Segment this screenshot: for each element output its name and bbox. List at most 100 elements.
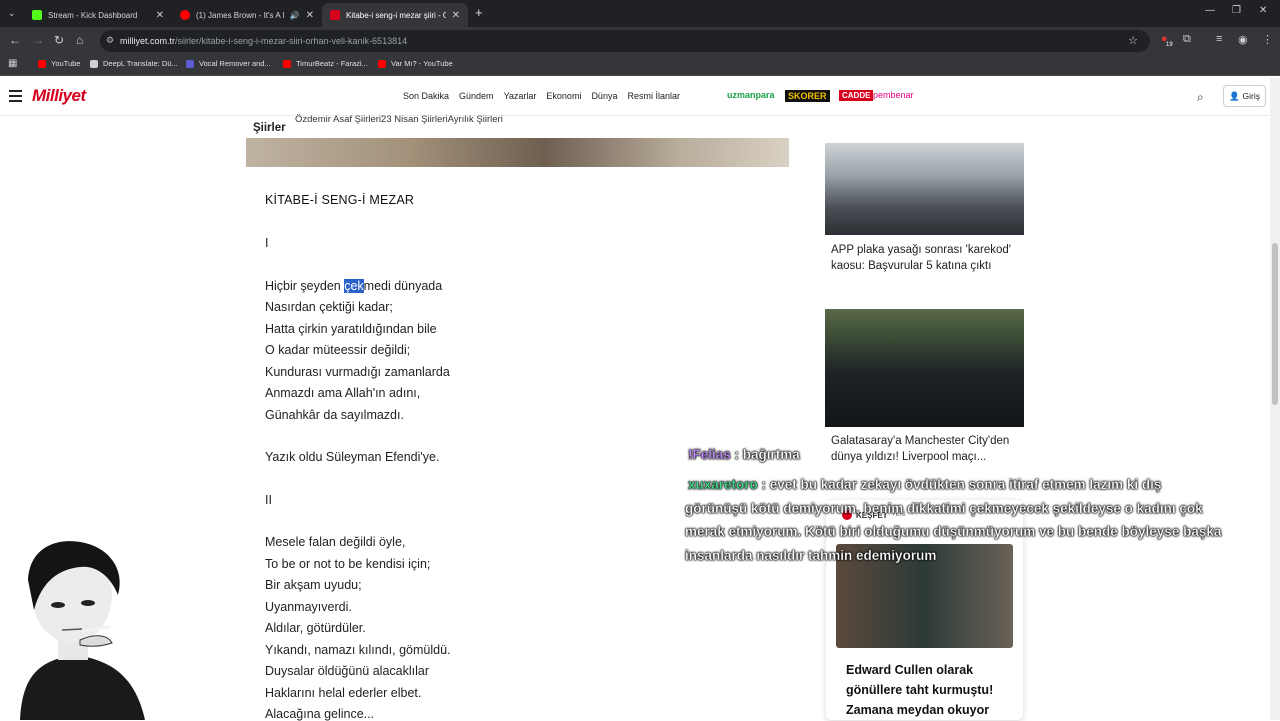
bookmark-timurbeatz[interactable]: TimurBeatz - Farazi...	[283, 59, 368, 68]
close-window-icon[interactable]: ✕	[1259, 5, 1267, 16]
new-tab-icon[interactable]: +	[475, 5, 483, 20]
news-image-galatasaray[interactable]	[825, 309, 1024, 427]
poem-line: Alacağına gelince...	[265, 707, 375, 721]
subnav-title[interactable]: Şiirler	[253, 122, 286, 134]
home-icon[interactable]: ⌂	[76, 33, 83, 47]
tab-title: Kitabe-i seng-i mezar şiiri - Orh	[346, 10, 446, 20]
news-title-galatasaray[interactable]: Galatasaray'a Manchester City'den dünya …	[831, 433, 1021, 465]
poem-part-numeral: II	[265, 493, 272, 507]
login-label: Giriş	[1242, 91, 1261, 101]
subnav-links[interactable]: Özdemir Asaf Şiirleri23 Nisan ŞiirleriAy…	[295, 114, 503, 125]
bookmark-deepl[interactable]: DeepL Translate: Dü...	[90, 59, 178, 68]
poem-line: Bir akşam uyudu;	[265, 578, 362, 592]
chat-text-line: insanlarda nasıldır tahmin edemiyorum	[685, 548, 937, 563]
nav-resmi-ilanlar[interactable]: Resmi İlanlar	[627, 91, 680, 101]
bookmark-label: Var Mı? - YouTube	[391, 59, 453, 68]
speaker-icon[interactable]: 🔊	[290, 11, 300, 20]
nav-ekonomi[interactable]: Ekonomi	[546, 91, 581, 101]
hamburger-menu-icon[interactable]	[9, 90, 22, 105]
news-image-karekod[interactable]	[825, 143, 1024, 235]
page-scrollbar[interactable]	[1270, 78, 1280, 720]
nav-gundem[interactable]: Gündem	[459, 91, 494, 101]
back-icon[interactable]: ←	[9, 33, 21, 47]
milliyet-icon	[330, 10, 340, 20]
bookmark-youtube[interactable]: YouTube	[38, 59, 80, 68]
close-tab-icon[interactable]: ✕	[156, 10, 164, 21]
brand-skorer[interactable]: SKORER	[785, 90, 830, 102]
extensions-puzzle-icon[interactable]: ⧉	[1183, 33, 1191, 46]
url-path: /siirler/kitabe-i-seng-i-mezar-siiri-orh…	[175, 36, 408, 46]
scrollbar-thumb[interactable]	[1272, 243, 1278, 405]
poem-line: O kadar müteessir değildi;	[265, 343, 411, 357]
brand-pembenar[interactable]: pembenar	[873, 90, 914, 100]
nav-son-dakika[interactable]: Son Dakika	[403, 91, 449, 101]
milliyet-logo[interactable]: Milliyet	[32, 86, 86, 106]
chat-text-line: merak etmiyorum. Kötü biri olduğumu düşü…	[685, 524, 1222, 539]
reload-icon[interactable]: ↻	[54, 33, 64, 47]
tab-title: Stream - Kick Dashboard	[48, 10, 138, 20]
user-icon: 👤	[1228, 90, 1240, 101]
extension-badge: 19	[1166, 42, 1173, 48]
poem-line: Hiçbir şeyden çekmedi dünyada	[265, 279, 442, 293]
bookmark-label: Vocal Remover and...	[199, 59, 271, 68]
chat-message: !Felias : bağırtma	[688, 447, 800, 462]
poem-line: Yıkandı, namazı kılındı, gömüldü.	[265, 643, 451, 657]
tab-youtube-james-brown[interactable]: (1) James Brown - It's A Ma 🔊 ✕	[172, 3, 322, 27]
chat-message: xuxaretoro : evet bu kadar zekayı övdükt…	[688, 477, 1162, 492]
poem-line: Aldılar, götürdüler.	[265, 621, 366, 635]
vocal-remover-icon	[186, 59, 194, 68]
youtube-icon	[283, 59, 291, 68]
youtube-icon	[180, 10, 190, 20]
close-tab-icon[interactable]: ✕	[452, 10, 460, 21]
chat-text-line: görünüşü kötü demiyorum, benim dikkatimi…	[685, 501, 1203, 516]
poem-line-text: medi dünyada	[363, 279, 443, 293]
apps-grid-icon[interactable]: ▦	[8, 58, 17, 69]
restore-icon[interactable]: ❐	[1232, 5, 1241, 16]
bookmark-vocal-remover[interactable]: Vocal Remover and...	[186, 59, 271, 68]
poem-line: Günahkâr da sayılmazdı.	[265, 408, 404, 422]
profile-icon[interactable]: ◉	[1238, 33, 1248, 46]
poem-line: Nasırdan çektiği kadar;	[265, 300, 393, 314]
site-header: Milliyet Son Dakika Gündem Yazarlar Ekon…	[0, 78, 1270, 116]
poem-line: To be or not to be kendisi için;	[265, 557, 431, 571]
site-info-icon[interactable]: ⚙	[106, 35, 114, 46]
bookmark-var-mi[interactable]: Var Mı? - YouTube	[378, 59, 453, 68]
menu-icon[interactable]: ⋮	[1262, 33, 1273, 46]
bookmark-label: YouTube	[51, 59, 81, 68]
poem-line: Anmazdı ama Allah'ın adını,	[265, 386, 421, 400]
card-title: Edward Cullen olarak gönüllere taht kurm…	[846, 663, 994, 717]
brand-cadde[interactable]: CADDE	[839, 90, 874, 101]
bookmark-label: TimurBeatz - Farazi...	[296, 59, 368, 68]
poem-title: KİTABE-İ SENG-İ MEZAR	[265, 193, 415, 207]
browser-tab-strip: ⌄ Stream - Kick Dashboard ✕ (1) James Br…	[0, 0, 1280, 27]
poem-line: Mesele falan değildi öyle,	[265, 535, 406, 549]
youtube-icon	[378, 59, 386, 68]
kick-icon	[32, 10, 42, 20]
poem-line: Uyanmayıverdi.	[265, 600, 352, 614]
login-button[interactable]: 👤 Giriş	[1223, 85, 1266, 107]
chat-text: : evet bu kadar zekayı övdükten sonra it…	[757, 477, 1162, 492]
close-tab-icon[interactable]: ✕	[306, 10, 314, 21]
chat-text: : bağırtma	[730, 447, 800, 462]
nav-yazarlar[interactable]: Yazarlar	[504, 91, 537, 101]
news-title-karekod[interactable]: APP plaka yasağı sonrası 'karekod' kaosu…	[831, 242, 1021, 274]
minimize-icon[interactable]: —	[1205, 5, 1215, 16]
poem-line: Haklarını helal ederler elbet.	[265, 686, 422, 700]
tab-milliyet-poem[interactable]: Kitabe-i seng-i mezar şiiri - Orh ✕	[322, 3, 468, 27]
url-domain: milliyet.com.tr	[120, 36, 176, 46]
selected-text: çek	[344, 279, 364, 293]
brand-uzmanpara[interactable]: uzmanpara	[727, 90, 775, 100]
poem-line: Duysalar öldüğünü alacaklılar	[265, 664, 429, 678]
bookmark-star-icon[interactable]: ☆	[1128, 34, 1138, 47]
deepl-icon	[90, 59, 98, 68]
tab-search-icon[interactable]: ⌄	[8, 8, 16, 19]
forward-icon[interactable]: →	[32, 33, 44, 47]
search-icon[interactable]: ⌕	[1197, 90, 1204, 105]
poem-line: Kundurası vurmadığı zamanlarda	[265, 365, 450, 379]
nav-dunya[interactable]: Dünya	[591, 91, 617, 101]
address-bar[interactable]: ⚙ milliyet.com.tr/siirler/kitabe-i-seng-…	[100, 30, 1150, 52]
media-control-icon[interactable]: ≡	[1216, 33, 1222, 45]
browser-toolbar: ← → ↻ ⌂ ⚙ milliyet.com.tr/siirler/kitabe…	[0, 27, 1280, 55]
streamer-avatar	[20, 541, 145, 720]
tab-kick-dashboard[interactable]: Stream - Kick Dashboard ✕	[24, 3, 172, 27]
